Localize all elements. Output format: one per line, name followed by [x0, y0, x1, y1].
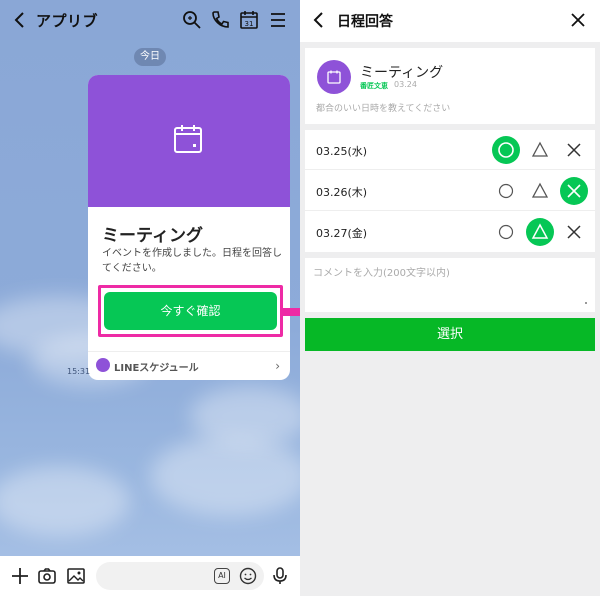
event-summary: ミーティング 番匠文恵 03.24 都合のいい日時を教えてください: [305, 48, 595, 124]
cross-option-button[interactable]: [560, 218, 588, 246]
date-option-label: 03.26(木): [316, 186, 368, 199]
confirm-now-button[interactable]: 今すぐ確認: [104, 292, 277, 330]
back-icon[interactable]: [10, 10, 30, 30]
highlight-box: 今すぐ確認: [98, 285, 283, 337]
event-name: ミーティング: [360, 65, 444, 81]
camera-icon[interactable]: [37, 566, 57, 586]
event-card-banner: [88, 75, 290, 207]
event-card-footer[interactable]: LINEスケジュール ›: [88, 351, 290, 380]
date-option-row: 03.25(水): [305, 130, 595, 170]
chat-header: アプリブ 31: [0, 0, 300, 40]
event-hint: 都合のいい日時を教えてください: [316, 104, 451, 114]
calendar-icon[interactable]: 31: [239, 10, 259, 30]
triangle-icon: [531, 141, 549, 157]
plus-icon[interactable]: [10, 566, 30, 586]
circle-option-button[interactable]: [492, 218, 520, 246]
circle-option-button[interactable]: [492, 136, 520, 164]
triangle-icon: [531, 223, 549, 239]
triangle-option-button[interactable]: [526, 136, 554, 164]
date-option-row: 03.27(金): [305, 212, 595, 252]
select-button[interactable]: 選択: [305, 318, 595, 351]
answer-title: 日程回答: [337, 14, 393, 30]
cross-icon: [567, 225, 581, 239]
answer-header: 日程回答: [300, 0, 600, 42]
date-option-label: 03.27(金): [316, 227, 368, 240]
date-options: 03.25(水) 03.26(木) 03.27(金): [305, 130, 595, 252]
calendar-icon: [327, 70, 341, 84]
ai-icon[interactable]: AI: [214, 568, 230, 584]
cross-icon: [567, 143, 581, 157]
triangle-option-button[interactable]: [526, 177, 554, 205]
event-author: 番匠文恵: [360, 82, 388, 90]
circle-option-button[interactable]: [492, 177, 520, 205]
search-icon[interactable]: [182, 10, 202, 30]
event-date: 03.24: [394, 80, 417, 89]
chat-title: アプリブ: [36, 12, 99, 30]
image-icon[interactable]: [66, 566, 86, 586]
comment-placeholder: コメントを入力(200文字以内): [313, 268, 450, 279]
date-option-label: 03.25(水): [316, 145, 368, 158]
svg-text:31: 31: [245, 20, 254, 28]
event-avatar: [317, 60, 351, 94]
circle-icon: [498, 183, 514, 199]
resize-handle: [585, 302, 587, 304]
date-option-row: 03.26(木): [305, 171, 595, 211]
circle-icon: [498, 142, 514, 158]
line-schedule-icon: [96, 358, 110, 372]
circle-icon: [498, 224, 514, 240]
event-card-title: ミーティング: [102, 226, 203, 246]
menu-icon[interactable]: [268, 10, 288, 30]
triangle-icon: [531, 182, 549, 198]
chat-input-bar: AI: [0, 556, 300, 596]
emoji-icon[interactable]: [238, 566, 258, 586]
chat-screen: アプリブ 31 今日 ミーティング イベントを作成しました。日程を回答してくださ…: [0, 0, 300, 596]
close-icon[interactable]: [570, 12, 586, 28]
calendar-icon: [174, 125, 202, 153]
line-schedule-label: LINEスケジュール: [114, 363, 199, 374]
cross-icon: [567, 184, 581, 198]
cross-option-button[interactable]: [560, 136, 588, 164]
triangle-option-button[interactable]: [526, 218, 554, 246]
message-timestamp: 15:31: [67, 367, 91, 376]
microphone-icon[interactable]: [270, 566, 290, 586]
event-card[interactable]: ミーティング イベントを作成しました。日程を回答してください。 今すぐ確認 LI…: [88, 75, 290, 380]
phone-icon[interactable]: [210, 10, 230, 30]
event-card-description: イベントを作成しました。日程を回答してください。: [102, 248, 282, 274]
comment-input[interactable]: コメントを入力(200文字以内): [305, 258, 595, 312]
back-icon[interactable]: [310, 11, 328, 29]
cross-option-button[interactable]: [560, 177, 588, 205]
schedule-answer-screen: 日程回答 ミーティング 番匠文恵 03.24 都合のいい日時を教えてください 0…: [300, 0, 600, 596]
date-separator: 今日: [134, 48, 166, 66]
chevron-right-icon: ›: [275, 359, 280, 373]
